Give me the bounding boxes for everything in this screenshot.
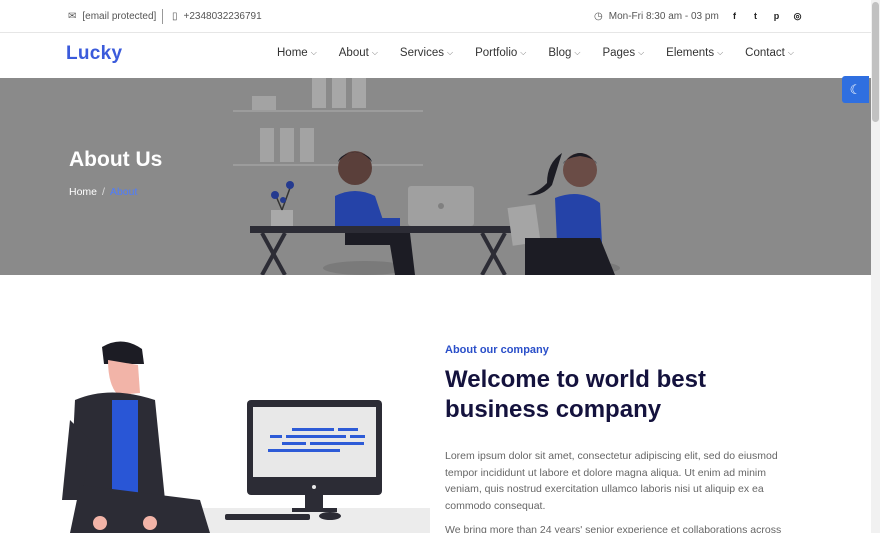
scrollbar-thumb[interactable] — [872, 2, 879, 122]
main-navigation: Lucky Home ⌵ About ⌵ Services ⌵ Portfolio ⌵ … — [0, 33, 880, 78]
nav-item-pages[interactable]: Pages ⌵ — [602, 47, 644, 59]
nav-item-home[interactable]: Home ⌵ — [277, 47, 317, 59]
nav-menu: Home ⌵ About ⌵ Services ⌵ Portfolio ⌵ Blog ⌵ … — [277, 47, 816, 59]
nav-label: Home — [277, 47, 308, 59]
instagram-icon[interactable]: ◎ — [793, 11, 802, 21]
chevron-down-icon: ⌵ — [638, 48, 645, 57]
twitter-icon[interactable]: t — [751, 11, 760, 21]
pinterest-icon[interactable]: p — [772, 11, 781, 21]
nav-item-about[interactable]: About ⌵ — [339, 47, 378, 59]
phone-contact[interactable]: ▯ +2348032236791 — [172, 11, 262, 22]
page-scrollbar[interactable] — [871, 0, 880, 533]
nav-label: Contact — [745, 47, 785, 59]
facebook-icon[interactable]: f — [730, 11, 739, 21]
breadcrumb-home-link[interactable]: Home — [69, 186, 97, 198]
section-paragraph: Lorem ipsum dolor sit amet, consectetur … — [445, 450, 778, 512]
email-text: [email protected] — [82, 11, 157, 22]
breadcrumb: Home / About — [69, 186, 137, 198]
phone-text: +2348032236791 — [183, 11, 262, 22]
phone-icon: ▯ — [172, 11, 178, 22]
nav-label: About — [338, 47, 369, 59]
page-title: About Us — [69, 148, 163, 171]
nav-label: Elements — [666, 47, 715, 59]
about-illustration — [62, 341, 430, 533]
nav-item-blog[interactable]: Blog ⌵ — [548, 47, 580, 59]
nav-label: Blog — [548, 47, 572, 59]
nav-label: Pages — [602, 47, 636, 59]
hero-illustration — [233, 78, 620, 275]
breadcrumb-current: About — [109, 186, 138, 198]
nav-label: Services — [399, 47, 445, 59]
moon-icon: ☾ — [849, 81, 862, 97]
section-paragraph-2: We bring more than 24 years' senior expe… — [445, 524, 782, 533]
section-heading: Welcome to world best business company — [445, 366, 706, 423]
breadcrumb-separator: / — [102, 186, 105, 198]
envelope-icon: ✉ — [68, 11, 77, 22]
nav-item-portfolio[interactable]: Portfolio ⌵ — [475, 47, 526, 59]
logo[interactable]: Lucky — [66, 43, 122, 65]
hours-text: Mon-Fri 8:30 am - 03 pm — [608, 11, 719, 22]
dark-mode-toggle[interactable]: ☾ — [842, 76, 869, 103]
chevron-down-icon: ⌵ — [520, 48, 527, 57]
nav-item-services[interactable]: Services ⌵ — [400, 47, 453, 59]
opening-hours: ◷ Mon-Fri 8:30 am - 03 pm — [594, 11, 719, 22]
chevron-down-icon: ⌵ — [447, 48, 454, 57]
social-links: f t p ◎ — [730, 11, 802, 22]
nav-item-elements[interactable]: Elements ⌵ — [666, 47, 723, 59]
section-eyebrow: About our company — [445, 344, 549, 356]
page-hero: About Us Home / About — [0, 78, 871, 275]
nav-label: Portfolio — [475, 47, 518, 59]
email-contact[interactable]: ✉ [email protected] — [68, 11, 156, 22]
chevron-down-icon: ⌵ — [574, 48, 581, 57]
chevron-down-icon: ⌵ — [717, 48, 724, 57]
chevron-down-icon: ⌵ — [371, 48, 378, 57]
top-bar: ✉ [email protected] ▯ +2348032236791 ◷ M… — [0, 0, 880, 33]
clock-icon: ◷ — [594, 11, 603, 22]
chevron-down-icon: ⌵ — [310, 48, 317, 57]
chevron-down-icon: ⌵ — [787, 48, 794, 57]
divider — [162, 9, 163, 24]
nav-item-contact[interactable]: Contact ⌵ — [745, 47, 794, 59]
